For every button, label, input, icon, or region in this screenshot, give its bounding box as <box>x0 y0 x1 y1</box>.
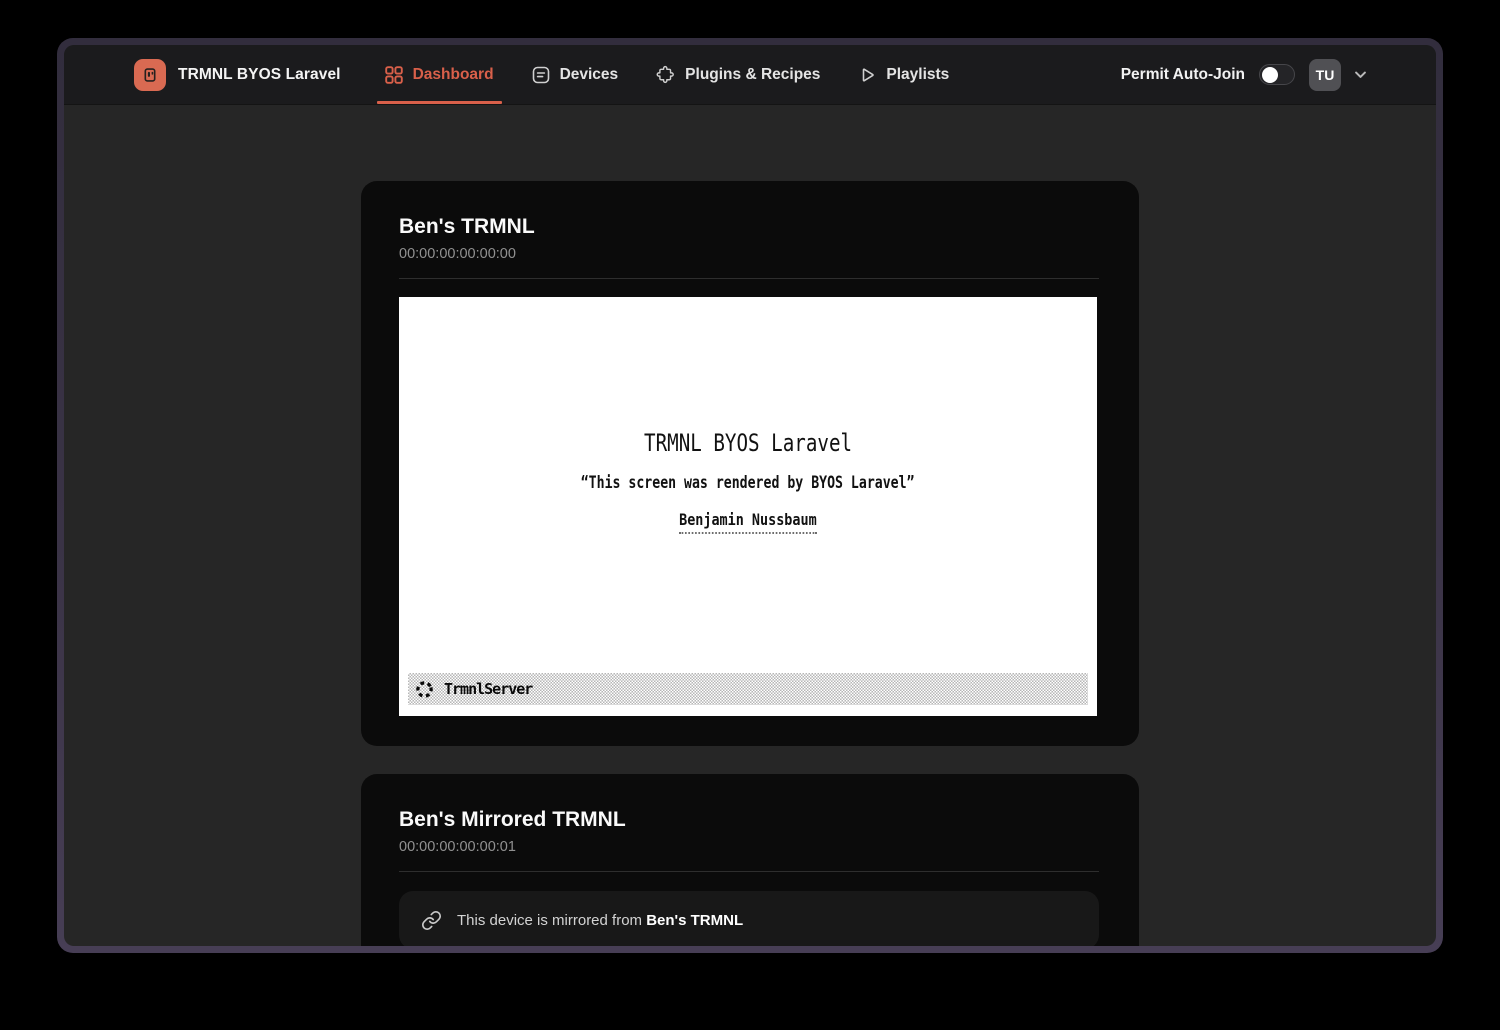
nav-item-playlists[interactable]: Playlists <box>858 45 949 104</box>
screen-author: Benjamin Nussbaum <box>679 509 817 534</box>
screen-quote: “This screen was rendered by BYOS Larave… <box>581 472 915 494</box>
reader-icon <box>532 66 550 84</box>
device-name: Ben's Mirrored TRMNL <box>399 806 1099 834</box>
permit-auto-join-label: Permit Auto-Join <box>1121 66 1245 84</box>
brand-title: TRMNL BYOS Laravel <box>178 66 341 84</box>
nav-item-plugins-recipes[interactable]: Plugins & Recipes <box>656 45 820 104</box>
header-right: Permit Auto-Join TU <box>1121 59 1366 91</box>
device-name: Ben's TRMNL <box>399 213 1099 241</box>
navbar-inner: TRMNL BYOS Laravel Dashboard <box>110 45 1390 104</box>
link-icon <box>421 910 442 931</box>
trmnl-logo-icon <box>134 59 166 91</box>
device-mac-address: 00:00:00:00:00:01 <box>399 837 1099 857</box>
play-icon <box>858 66 876 84</box>
brand[interactable]: TRMNL BYOS Laravel <box>134 59 341 91</box>
main-nav: Dashboard Devices <box>385 45 950 104</box>
user-avatar[interactable]: TU <box>1309 59 1341 91</box>
device-card: Ben's TRMNL 00:00:00:00:00:00 TRMNL BYOS… <box>361 181 1139 746</box>
toggle-knob <box>1262 67 1278 83</box>
nav-item-devices[interactable]: Devices <box>532 45 619 104</box>
dashboard-content: Ben's TRMNL 00:00:00:00:00:00 TRMNL BYOS… <box>64 105 1436 946</box>
top-navbar: TRMNL BYOS Laravel Dashboard <box>64 45 1436 105</box>
puzzle-icon <box>656 65 675 84</box>
mirror-note: This device is mirrored from Ben's TRMNL <box>457 912 743 929</box>
grid-icon <box>385 66 403 84</box>
nav-label: Plugins & Recipes <box>685 66 820 84</box>
device-screen-preview: TRMNL BYOS Laravel “This screen was rend… <box>399 297 1097 716</box>
mirror-note-prefix: This device is mirrored from <box>457 912 646 929</box>
device-mac-address: 00:00:00:00:00:00 <box>399 244 1099 264</box>
nav-label: Dashboard <box>413 66 494 84</box>
divider <box>399 278 1099 279</box>
screen-status-bar: TrmnlServer <box>408 673 1088 705</box>
divider <box>399 871 1099 872</box>
screen-status-label: TrmnlServer <box>444 680 532 698</box>
app-window: TRMNL BYOS Laravel Dashboard <box>57 38 1443 953</box>
spinner-icon <box>415 680 434 699</box>
nav-item-dashboard[interactable]: Dashboard <box>385 45 494 104</box>
screen-title: TRMNL BYOS Laravel <box>644 429 852 457</box>
chevron-down-icon[interactable] <box>1355 71 1366 79</box>
nav-label: Playlists <box>886 66 949 84</box>
device-card: Ben's Mirrored TRMNL 00:00:00:00:00:01 T… <box>361 774 1139 946</box>
window-body: TRMNL BYOS Laravel Dashboard <box>64 45 1436 946</box>
permit-auto-join-toggle[interactable] <box>1259 64 1295 85</box>
mirror-source-device: Ben's TRMNL <box>646 912 743 929</box>
nav-label: Devices <box>560 66 619 84</box>
mirror-info-box: This device is mirrored from Ben's TRMNL <box>399 891 1099 946</box>
